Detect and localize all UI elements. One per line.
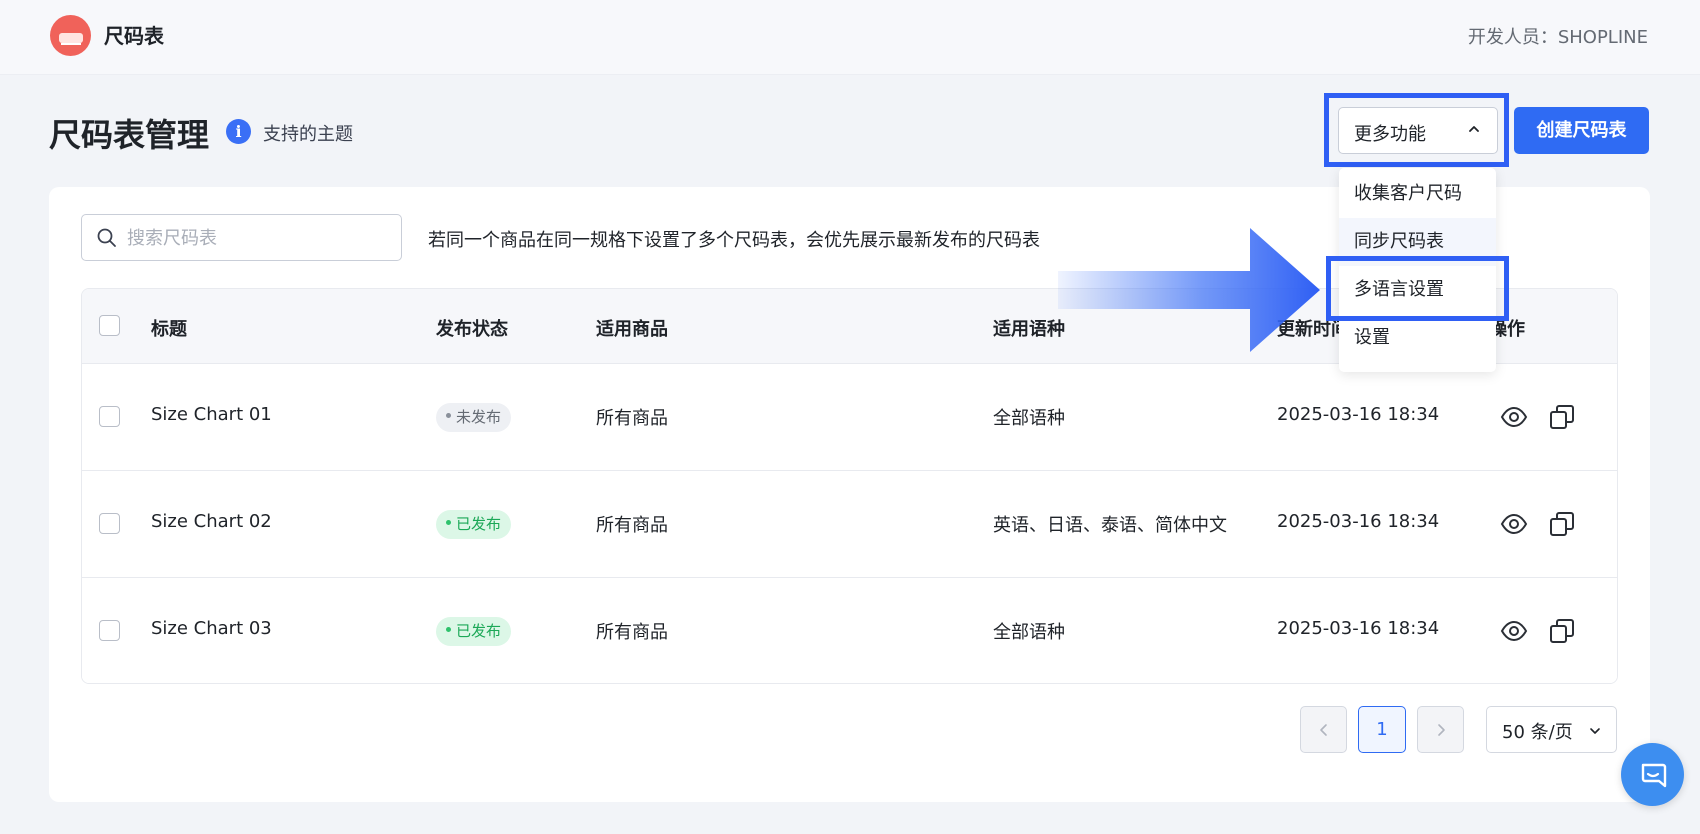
- row-title[interactable]: Size Chart 02: [151, 511, 272, 532]
- app-title: 尺码表: [104, 24, 164, 48]
- column-title: 标题: [151, 319, 187, 340]
- page-title: 尺码表管理: [49, 116, 210, 154]
- status-badge: 已发布: [436, 510, 512, 539]
- table-row: Size Chart 02 已发布 所有商品 英语、日语、泰语、简体中文 202…: [82, 471, 1617, 578]
- row-languages: 全部语种: [993, 622, 1065, 643]
- column-languages: 适用语种: [993, 319, 1065, 340]
- menu-item-settings[interactable]: 设置: [1339, 314, 1496, 362]
- page-number-current[interactable]: 1: [1358, 706, 1406, 753]
- page-size-select[interactable]: 50 条/页: [1486, 706, 1617, 753]
- row-languages: 英语、日语、泰语、简体中文: [993, 515, 1227, 536]
- row-products: 所有商品: [596, 622, 668, 643]
- row-products: 所有商品: [596, 408, 668, 429]
- copy-icon[interactable]: [1548, 403, 1576, 431]
- eye-icon[interactable]: [1500, 403, 1528, 431]
- table-row: Size Chart 03 已发布 所有商品 全部语种 2025-03-16 1…: [82, 578, 1617, 683]
- supported-themes-link[interactable]: 支持的主题: [263, 120, 353, 146]
- chat-support-button[interactable]: [1621, 743, 1684, 806]
- search-icon: [97, 228, 116, 247]
- create-size-chart-button[interactable]: 创建尺码表: [1514, 107, 1649, 154]
- status-badge: 未发布: [436, 403, 512, 432]
- eye-icon[interactable]: [1500, 617, 1528, 645]
- menu-item-collect-sizes[interactable]: 收集客户尺码: [1339, 170, 1496, 218]
- status-badge: 已发布: [436, 617, 512, 646]
- column-status: 发布状态: [436, 319, 508, 340]
- row-updated: 2025-03-16 18:34: [1277, 511, 1440, 532]
- chevron-down-icon: [1590, 728, 1600, 734]
- column-products: 适用商品: [596, 319, 668, 340]
- top-bar: 尺码表 开发人员：SHOPLINE: [0, 0, 1700, 75]
- prev-page-button[interactable]: [1300, 706, 1347, 753]
- row-title[interactable]: Size Chart 01: [151, 404, 272, 425]
- chat-icon: [1641, 763, 1667, 788]
- row-title[interactable]: Size Chart 03: [151, 618, 272, 639]
- chevron-right-icon: [1438, 724, 1445, 736]
- row-checkbox[interactable]: [99, 620, 120, 641]
- search-input[interactable]: [127, 225, 387, 251]
- language-settings-highlight: [1326, 256, 1509, 321]
- search-box[interactable]: [81, 214, 402, 261]
- select-all-checkbox[interactable]: [99, 315, 120, 336]
- chevron-left-icon: [1320, 724, 1327, 736]
- info-icon[interactable]: i: [226, 119, 251, 144]
- arrow-right-icon: [1058, 228, 1320, 352]
- table-row: Size Chart 01 未发布 所有商品 全部语种 2025-03-16 1…: [82, 364, 1617, 471]
- developer-label: 开发人员：SHOPLINE: [1467, 27, 1648, 48]
- copy-icon[interactable]: [1548, 510, 1576, 538]
- row-checkbox[interactable]: [99, 513, 120, 534]
- priority-notice: 若同一个商品在同一规格下设置了多个尺码表，会优先展示最新发布的尺码表: [428, 230, 1040, 251]
- row-checkbox[interactable]: [99, 406, 120, 427]
- eye-icon[interactable]: [1500, 510, 1528, 538]
- app-logo: [50, 15, 91, 56]
- row-languages: 全部语种: [993, 408, 1065, 429]
- more-features-highlight: [1324, 93, 1509, 167]
- copy-icon[interactable]: [1548, 617, 1576, 645]
- page-size-value: 50 条/页: [1502, 722, 1573, 743]
- next-page-button[interactable]: [1417, 706, 1464, 753]
- row-products: 所有商品: [596, 515, 668, 536]
- row-updated: 2025-03-16 18:34: [1277, 618, 1440, 639]
- row-updated: 2025-03-16 18:34: [1277, 404, 1440, 425]
